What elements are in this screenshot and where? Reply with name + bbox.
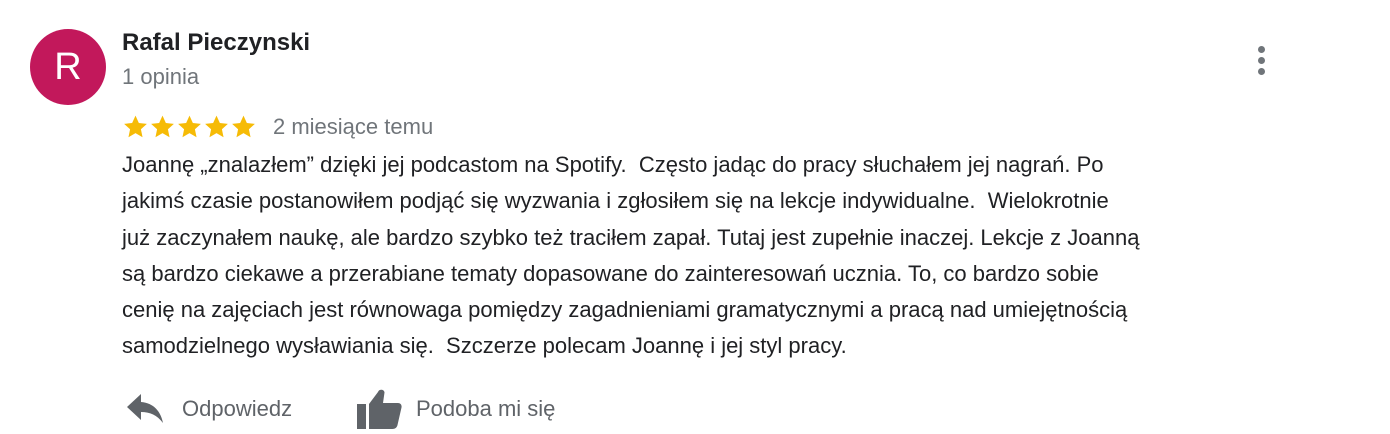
review-text-line: już zaczynałem naukę, ale bardzo szybko … [122,224,1140,250]
rating-row: 2 miesiące temu [122,112,433,142]
review-text-line: jakimś czasie postanowiłem podjąć się wy… [122,188,1109,214]
star-icon [178,115,201,138]
review-text-line: Joannę „znalazłem” dzięki jej podcastom … [122,152,1104,177]
star-icon [205,115,228,138]
review-text-line: są bardzo ciekawe a przerabiane tematy d… [122,260,1099,286]
review-text: Joannę „znalazłem” dzięki jej podcastom … [122,147,1332,365]
review-text-line: cenię na zajęciach jest równowaga pomięd… [122,297,1128,323]
more-vertical-icon [1258,46,1265,53]
more-options-button[interactable] [1248,42,1276,80]
avatar[interactable]: R [30,29,106,105]
reply-button[interactable]: Odpowiedz [126,388,292,430]
like-label: Podoba mi się [416,396,556,421]
reply-label: Odpowiedz [182,396,293,421]
avatar-letter: R [54,46,82,88]
star-icon [151,115,174,138]
review-card: R Rafal Pieczynski 1 opinia 2 miesiące t… [0,0,1390,434]
review-text-line: samodzielnego wysławiania się. Szczerze … [122,333,847,359]
reply-arrow-icon [127,394,163,423]
review-date: 2 miesiące temu [273,114,434,139]
star-icon [124,115,147,138]
thumbs-up-icon [357,389,402,429]
star-rating [122,114,257,140]
like-button[interactable]: Podoba mi się [356,388,555,430]
reviewer-name[interactable]: Rafal Pieczynski [122,29,310,57]
star-icon [232,115,255,138]
reviewer-review-count[interactable]: 1 opinia [122,64,199,90]
